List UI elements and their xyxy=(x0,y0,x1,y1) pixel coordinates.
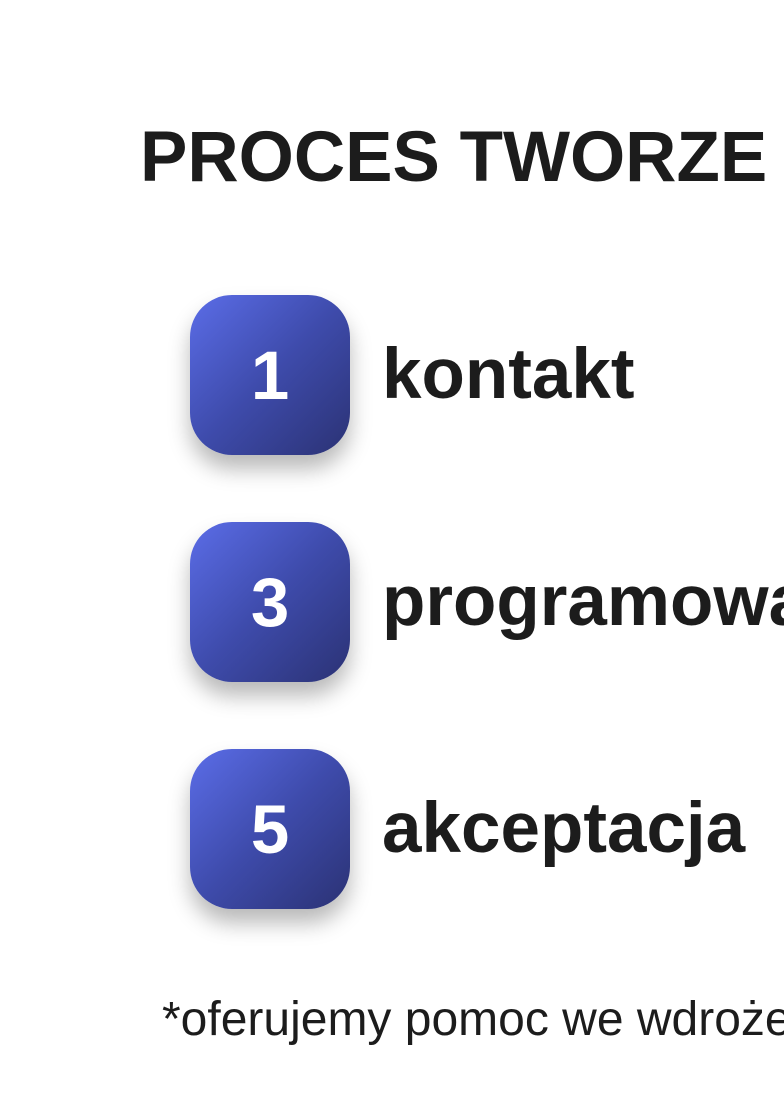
step-number-badge: 5 xyxy=(190,749,350,909)
footnote: *oferujemy pomoc we wdroże xyxy=(162,993,784,1046)
step-label: kontakt xyxy=(382,335,635,414)
step-number: 1 xyxy=(250,336,290,414)
step-item-programowanie: 3 programowa xyxy=(190,522,784,682)
step-number: 3 xyxy=(250,563,290,641)
step-item-kontakt: 1 kontakt xyxy=(190,295,784,455)
step-number-badge: 3 xyxy=(190,522,350,682)
step-number: 5 xyxy=(250,790,290,868)
step-number-badge: 1 xyxy=(190,295,350,455)
step-item-akceptacja: 5 akceptacja xyxy=(190,749,784,909)
step-label: programowa xyxy=(382,562,784,641)
process-steps: 1 kontakt 3 programowa 5 akceptacja xyxy=(0,0,784,1106)
step-label: akceptacja xyxy=(382,789,746,868)
